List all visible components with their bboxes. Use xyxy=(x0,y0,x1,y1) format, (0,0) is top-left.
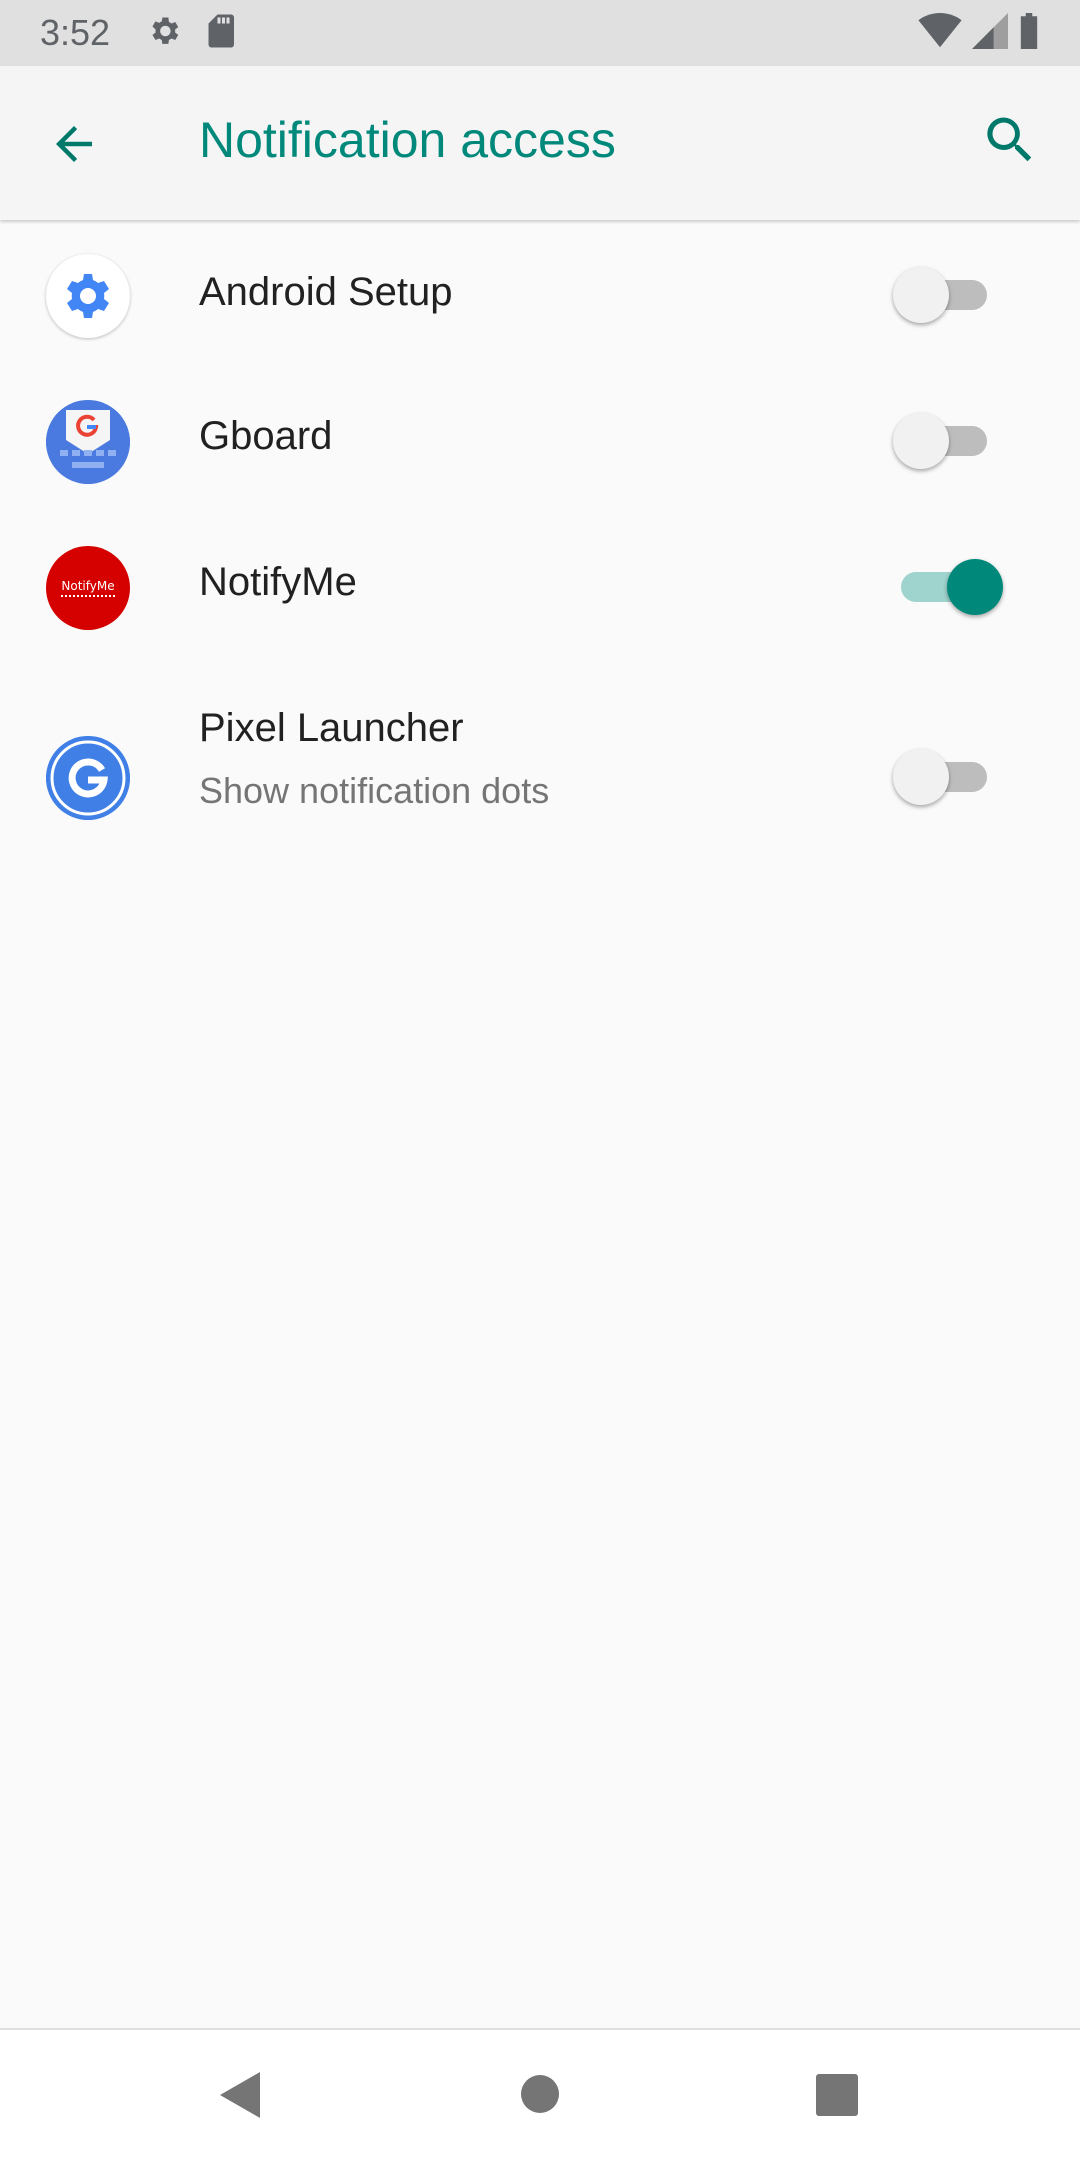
list-item-pixel-launcher[interactable]: Pixel Launcher Show notification dots xyxy=(0,662,1080,892)
gboard-icon xyxy=(46,400,130,484)
toggle-gboard[interactable] xyxy=(893,412,1003,469)
wifi-icon xyxy=(918,12,962,54)
search-button[interactable] xyxy=(980,110,1040,170)
app-label: NotifyMe xyxy=(199,560,357,604)
list-item-android-setup[interactable]: Android Setup xyxy=(0,222,1080,370)
nav-recents-button[interactable] xyxy=(816,2074,858,2121)
toggle-pixel-launcher[interactable] xyxy=(893,748,1003,805)
back-button[interactable] xyxy=(44,114,104,174)
arrow-back-icon xyxy=(56,126,92,162)
list-item-notifyme[interactable]: NotifyMe NotifyMe xyxy=(0,516,1080,662)
notifyme-icon: NotifyMe xyxy=(46,546,130,630)
notifyme-icon-text: NotifyMe xyxy=(61,579,115,593)
battery-icon xyxy=(1018,12,1040,54)
app-bar: Notification access xyxy=(0,66,1080,220)
search-icon xyxy=(987,117,1032,162)
toggle-android-setup[interactable] xyxy=(893,266,1003,323)
page-title: Notification access xyxy=(199,112,616,168)
settings-icon xyxy=(146,13,182,54)
android-setup-gear-icon xyxy=(46,254,130,338)
toggle-thumb xyxy=(947,559,1003,615)
signal-icon xyxy=(972,12,1008,54)
nav-home-button[interactable] xyxy=(520,2074,560,2119)
sd-card-icon xyxy=(206,13,238,54)
list-item-gboard[interactable]: Gboard xyxy=(0,370,1080,516)
nav-recents-icon xyxy=(816,2074,858,2116)
pixel-launcher-g-icon xyxy=(46,736,130,820)
app-label: Android Setup xyxy=(199,270,453,314)
status-bar: 3:52 xyxy=(0,0,1080,66)
toggle-thumb xyxy=(893,749,949,805)
app-subtitle: Show notification dots xyxy=(199,770,550,811)
toggle-thumb xyxy=(893,267,949,323)
toggle-thumb xyxy=(893,413,949,469)
app-label: Pixel Launcher xyxy=(199,706,464,750)
nav-back-button[interactable] xyxy=(218,2070,262,2125)
nav-home-icon xyxy=(521,2075,559,2113)
navigation-bar xyxy=(0,2028,1080,2160)
app-label: Gboard xyxy=(199,414,333,458)
notifyme-icon-dots xyxy=(61,595,115,597)
nav-back-icon xyxy=(220,2072,260,2118)
toggle-notifyme[interactable] xyxy=(893,558,1003,615)
status-time: 3:52 xyxy=(40,12,111,53)
